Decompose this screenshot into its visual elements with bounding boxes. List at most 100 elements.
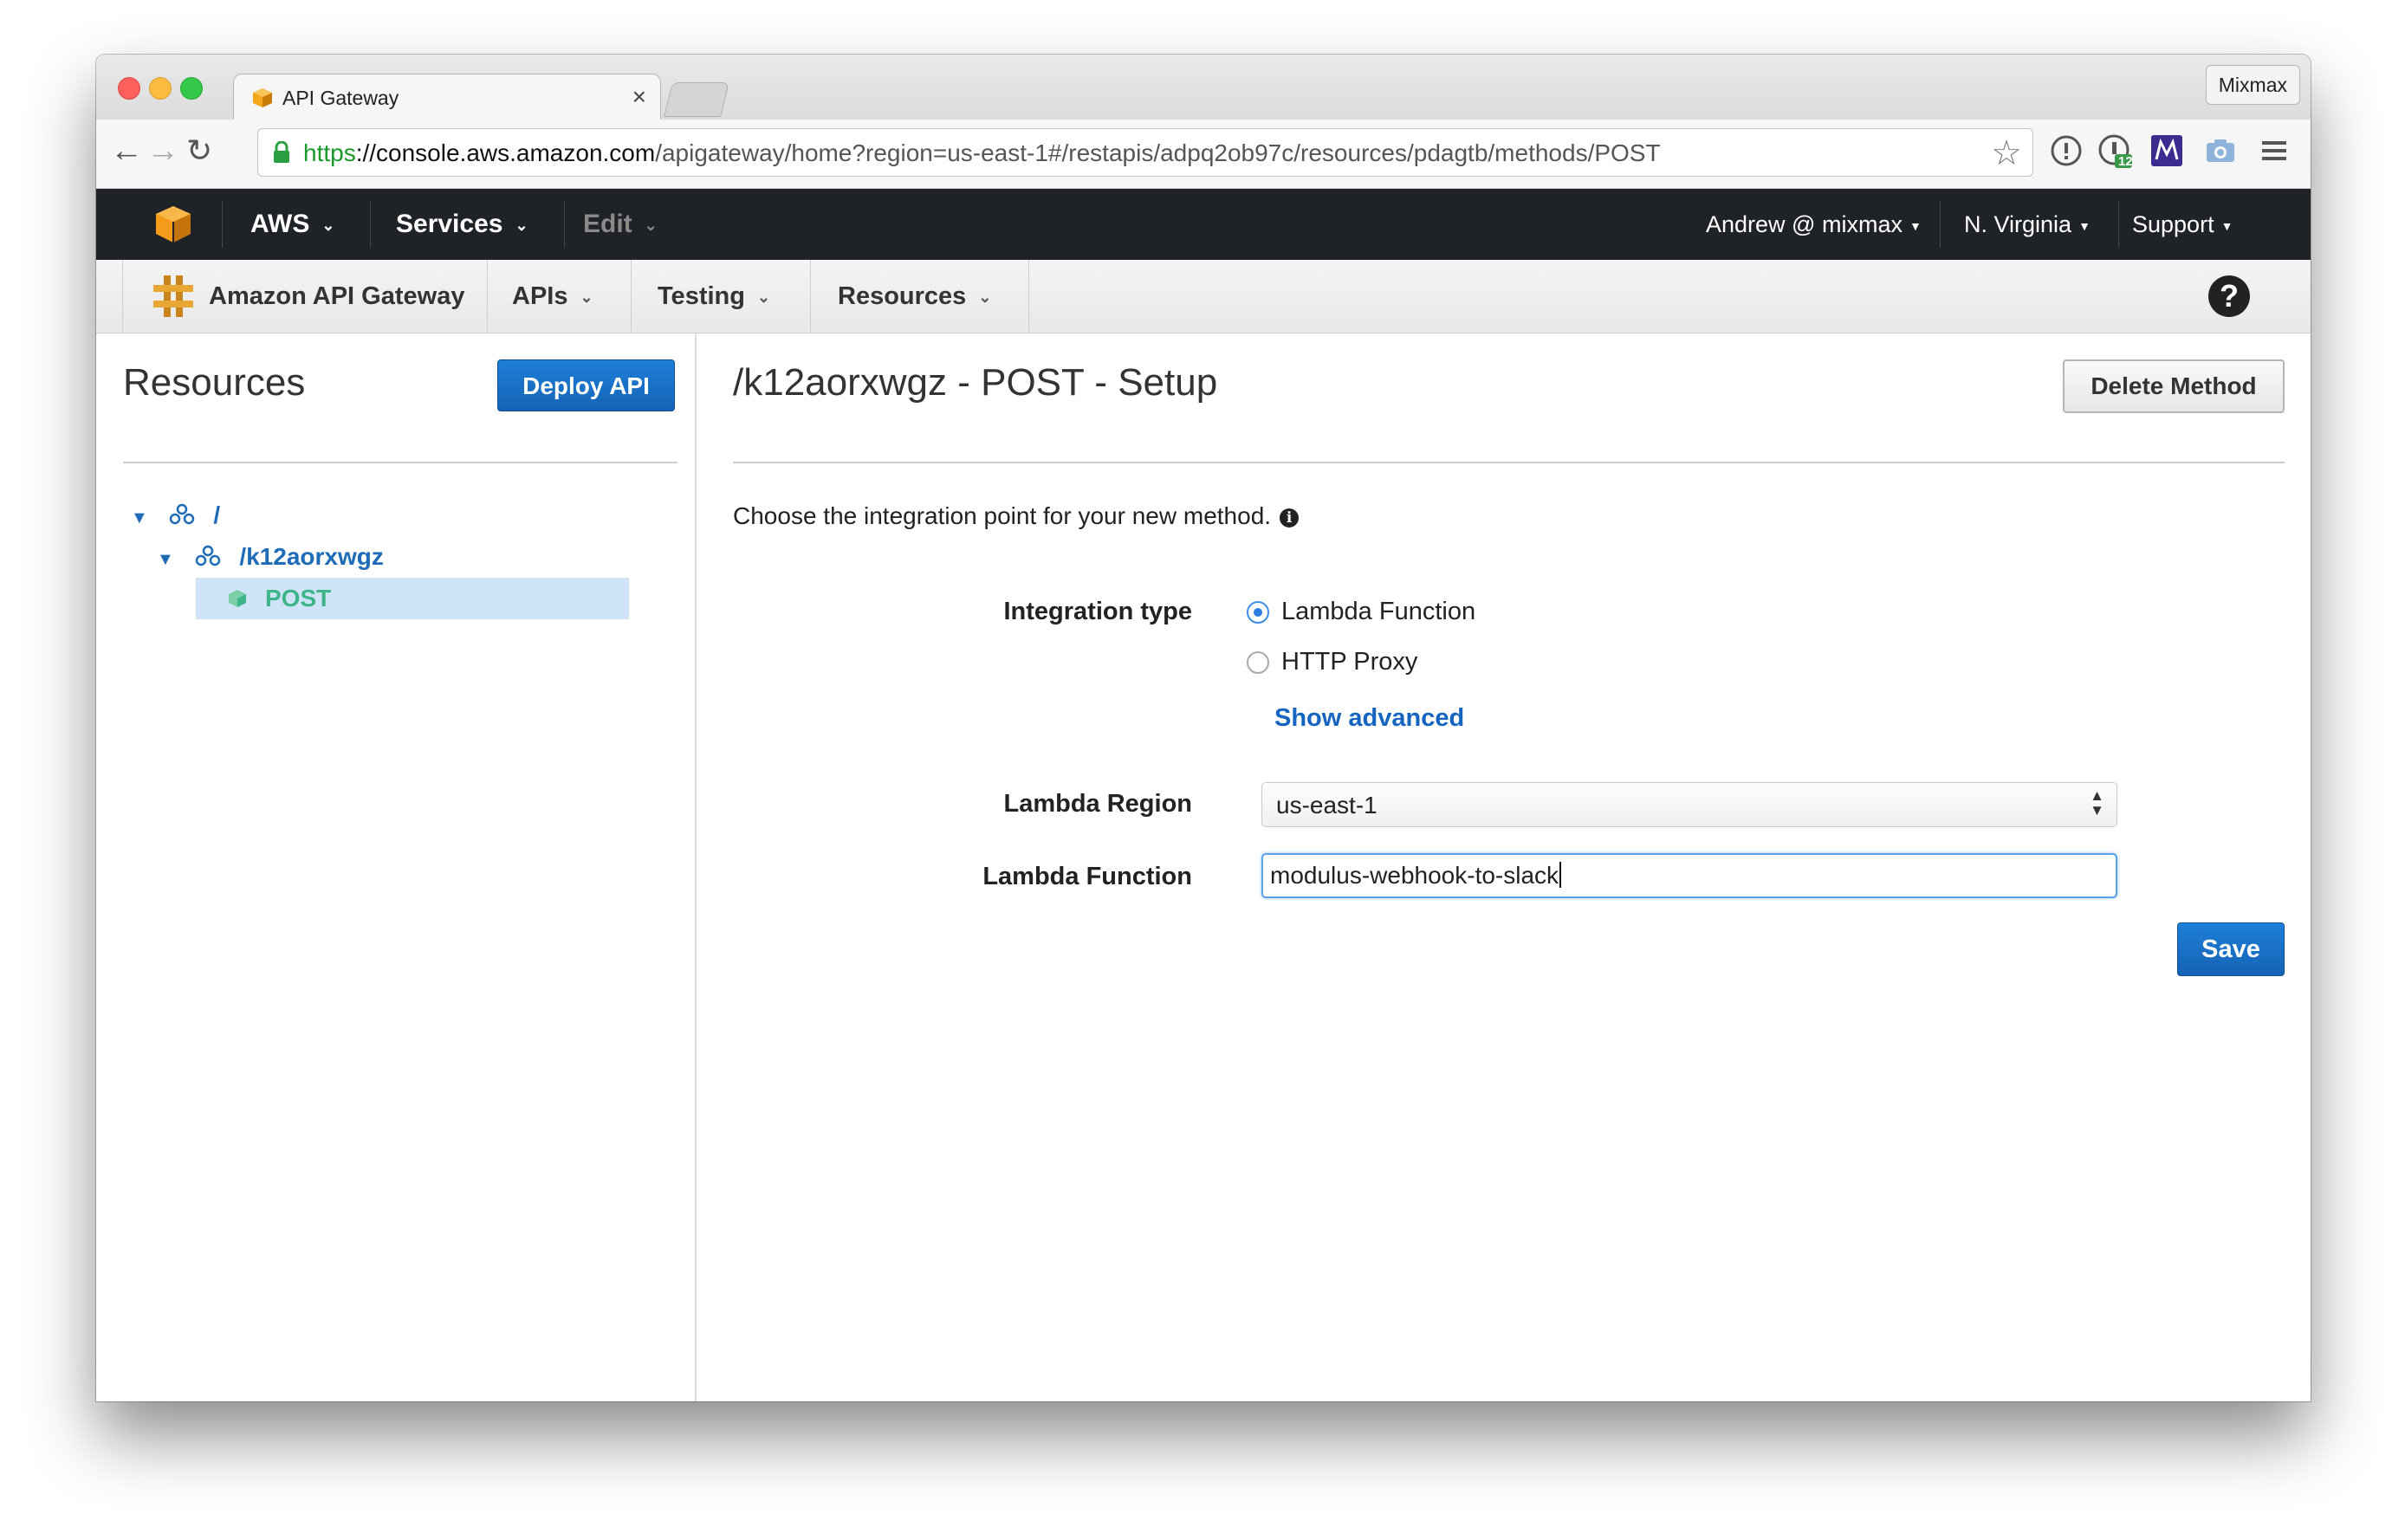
- aws-logo-icon[interactable]: [152, 203, 195, 246]
- minimize-window-button[interactable]: [149, 77, 172, 100]
- save-button[interactable]: Save: [2177, 922, 2285, 976]
- resource-icon: [195, 545, 220, 566]
- chevron-down-icon: ▼: [2220, 218, 2233, 233]
- page-title: /k12aorxwgz - POST - Setup: [733, 361, 1218, 404]
- expand-triangle-icon[interactable]: ▼: [157, 550, 174, 569]
- url-text: https://console.aws.amazon.com/apigatewa…: [303, 139, 1661, 167]
- intro-label: Choose the integration point for your ne…: [733, 502, 1272, 529]
- forward-arrow-icon[interactable]: →: [146, 133, 179, 168]
- profile-button[interactable]: Mixmax: [2205, 65, 2300, 105]
- help-icon[interactable]: ?: [2208, 275, 2250, 317]
- resources-menu[interactable]: Resources ⌄: [838, 260, 991, 333]
- lock-icon: [274, 141, 289, 163]
- lambda-function-label: Lambda Function: [982, 863, 1192, 890]
- close-window-button[interactable]: [118, 77, 140, 100]
- lambda-region-select[interactable]: us-east-1 ▲ ▼: [1261, 782, 2117, 827]
- show-advanced-link[interactable]: Show advanced: [1274, 704, 1464, 733]
- edit-menu-label: Edit: [583, 210, 632, 238]
- edit-menu[interactable]: Edit ⌄: [583, 189, 658, 260]
- panel-title: Resources: [123, 361, 306, 404]
- account-menu-label: Andrew @ mixmax: [1706, 211, 1903, 237]
- bookmark-star-icon[interactable]: ☆: [1991, 134, 2022, 172]
- tree-item-label: /: [213, 501, 221, 528]
- intro-text: Choose the integration point for your ne…: [733, 502, 1300, 530]
- testing-menu-label: Testing: [658, 282, 745, 310]
- extension-badge: 12: [2118, 154, 2133, 169]
- chevron-down-icon: ▼: [2078, 218, 2091, 233]
- tree-item-root[interactable]: ▼ /: [131, 495, 220, 536]
- browser-tab[interactable]: API Gateway ×: [233, 74, 661, 120]
- radio-label-lambda-function: Lambda Function: [1281, 598, 1476, 625]
- region-menu[interactable]: N. Virginia ▼: [1964, 189, 2091, 260]
- account-menu[interactable]: Andrew @ mixmax ▼: [1706, 189, 1922, 260]
- divider: [631, 260, 632, 333]
- lambda-function-value: modulus-webhook-to-slack: [1270, 862, 1562, 890]
- zoom-window-button[interactable]: [180, 77, 203, 100]
- url-scheme: https: [303, 139, 356, 166]
- aws-cube-icon: [253, 88, 272, 107]
- radio-lambda-function[interactable]: [1247, 601, 1269, 624]
- address-bar[interactable]: https://console.aws.amazon.com/apigatewa…: [257, 128, 2033, 177]
- new-tab-button[interactable]: [664, 82, 729, 117]
- expand-triangle-icon[interactable]: ▼: [131, 508, 148, 527]
- divider: [222, 201, 223, 248]
- method-cube-icon: [229, 590, 246, 607]
- chevron-down-icon: ⌄: [978, 288, 992, 307]
- aws-menu[interactable]: AWS ⌄: [250, 189, 334, 260]
- chevron-down-icon: ⌄: [644, 217, 658, 235]
- aws-menu-label: AWS: [250, 210, 310, 238]
- deploy-api-button[interactable]: Deploy API: [497, 359, 675, 411]
- tab-bar: API Gateway × Mixmax: [96, 55, 2311, 120]
- chevron-down-icon: ⌄: [321, 217, 335, 235]
- divider: [810, 260, 811, 333]
- resources-panel: Resources Deploy API ▼ / ▼ /k12aorxwgz P…: [96, 333, 697, 1401]
- divider: [487, 260, 488, 333]
- back-arrow-icon[interactable]: ←: [110, 133, 143, 168]
- aws-header-bar: AWS ⌄ Services ⌄ Edit ⌄ Andrew @ mixmax ▼ N.…: [96, 189, 2311, 260]
- browser-toolbar: ← → ↻ https://console.aws.amazon.com/api…: [96, 120, 2311, 189]
- info-extension-icon[interactable]: [2049, 133, 2084, 168]
- menu-icon[interactable]: [2257, 133, 2292, 168]
- lambda-function-input[interactable]: modulus-webhook-to-slack: [1261, 853, 2117, 898]
- divider: [2118, 201, 2119, 248]
- url-path: /apigateway/home?region=us-east-1#/resta…: [655, 139, 1661, 166]
- resource-icon: [169, 503, 194, 525]
- chevron-down-icon: ⌄: [515, 217, 528, 235]
- testing-menu[interactable]: Testing ⌄: [658, 260, 770, 333]
- api-gateway-icon: [153, 275, 193, 317]
- chevron-down-icon: ⌄: [580, 288, 593, 307]
- lambda-region-value: us-east-1: [1276, 792, 1378, 819]
- integration-type-label: Integration type: [1003, 598, 1192, 625]
- support-menu-label: Support: [2132, 211, 2214, 237]
- divider: [733, 462, 2285, 463]
- radio-http-proxy[interactable]: [1247, 651, 1269, 674]
- services-menu-label: Services: [396, 210, 503, 238]
- reload-icon[interactable]: ↻: [186, 133, 212, 168]
- tree-item-label: /k12aorxwgz: [239, 543, 384, 570]
- text-cursor: [1559, 862, 1562, 888]
- region-menu-label: N. Virginia: [1964, 211, 2072, 237]
- apis-menu[interactable]: APIs ⌄: [512, 260, 593, 333]
- tab-title: API Gateway: [282, 87, 399, 109]
- mixmax-extension-icon[interactable]: [2149, 133, 2184, 168]
- tab-close-icon[interactable]: ×: [632, 83, 646, 111]
- services-menu[interactable]: Services ⌄: [396, 189, 528, 260]
- service-nav-bar: Amazon API Gateway APIs ⌄ Testing ⌄ Resour…: [96, 260, 2311, 333]
- tree-item-label: POST: [265, 585, 332, 611]
- divider: [122, 260, 123, 333]
- support-menu[interactable]: Support ▼: [2132, 189, 2233, 260]
- product-home-link[interactable]: Amazon API Gateway: [209, 260, 464, 333]
- delete-method-button[interactable]: Delete Method: [2063, 359, 2285, 413]
- divider: [564, 201, 565, 248]
- radio-label-http-proxy: HTTP Proxy: [1281, 648, 1418, 676]
- tree-item-post[interactable]: POST: [196, 578, 629, 619]
- divider: [1028, 260, 1029, 333]
- tree-item-k12aorxwgz[interactable]: ▼ /k12aorxwgz: [157, 536, 384, 578]
- camera-extension-icon[interactable]: [2203, 133, 2238, 168]
- select-arrows-icon: ▲ ▼: [2090, 787, 2104, 819]
- divider: [123, 462, 677, 463]
- url-host: ://console.aws.amazon.com: [355, 139, 656, 166]
- info-icon[interactable]: i: [1280, 508, 1300, 527]
- resources-menu-label: Resources: [838, 282, 967, 310]
- divider: [370, 201, 371, 248]
